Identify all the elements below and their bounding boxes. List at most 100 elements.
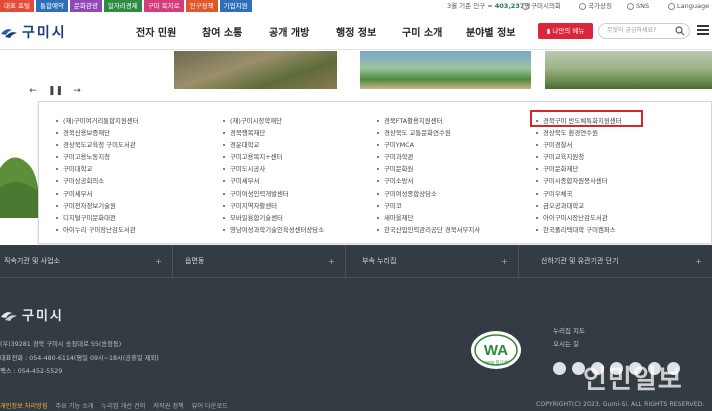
related-site-link[interactable]: 경상북도교육청 구미도서관 bbox=[55, 139, 139, 151]
quick-link[interactable]: 인구정책 bbox=[185, 0, 218, 12]
footer-right-links: 누리집 지도 오시는 길 bbox=[553, 325, 585, 351]
related-site-link[interactable]: 경상북도 교통문화연수원 bbox=[376, 127, 480, 139]
next-arrow-icon[interactable]: → bbox=[70, 86, 84, 96]
related-site-link[interactable]: 경북FTA활용지원센터 bbox=[376, 115, 480, 127]
pause-icon[interactable]: ❚❚ bbox=[48, 86, 63, 96]
nav-item-admin[interactable]: 행정 정보 bbox=[336, 24, 402, 39]
banner-photo-tank-park[interactable] bbox=[545, 51, 712, 89]
population-value: 403,237 bbox=[494, 2, 525, 10]
footer-bottom: 개인정보 처리방침 주요 기능 소개 누리집 개선 건의 저작권 정책 뷰어 다… bbox=[0, 401, 712, 411]
related-site-link[interactable]: 구미소방서 bbox=[376, 175, 480, 187]
related-site-link[interactable]: 한국폴리텍대학 구미캠퍼스 bbox=[535, 224, 621, 236]
nav-item-e-civil[interactable]: 전자 민원 bbox=[136, 24, 202, 39]
sitemap-link[interactable]: 누리집 지도 bbox=[553, 325, 585, 338]
top-utility-bar: 대표 포털 통합예약 문화관광 일자리경제 구미 복지로 인구정책 기업지원 3월 기준 인… bbox=[0, 0, 712, 12]
council-link[interactable]: 구미시의회 bbox=[522, 0, 561, 12]
banner-photo-mountain[interactable] bbox=[174, 51, 337, 89]
related-site-link[interactable]: 모바일융합기술센터 bbox=[222, 212, 324, 224]
quick-link[interactable]: 구미 복지로 bbox=[143, 0, 184, 12]
search-placeholder: 무엇이 궁금하세요? bbox=[607, 27, 657, 34]
suggestion-link[interactable]: 누리집 개선 건의 bbox=[102, 403, 146, 410]
related-site-link[interactable]: 경운대학교 bbox=[222, 139, 324, 151]
prev-arrow-icon[interactable]: ← bbox=[26, 86, 40, 96]
related-site-link[interactable]: 구미문화재단 bbox=[535, 163, 621, 175]
site-column-2: (재)구미시장학재단 경북행복재단 경운대학교 구미고용복지+센터 구미도시공사 구미세무… bbox=[222, 115, 324, 236]
phone-line: 대표전화 : 054-480-6114(평일 09시~18시(공휴일 제외) bbox=[0, 354, 159, 362]
related-site-link[interactable]: 구미지역자활센터 bbox=[222, 200, 324, 212]
related-site-link[interactable]: 경상북도 환경연수원 bbox=[535, 127, 621, 139]
privacy-policy-link[interactable]: 개인정보 처리방침 bbox=[0, 403, 48, 410]
hamburger-menu-icon[interactable] bbox=[697, 25, 709, 37]
footer-select-direct-agencies[interactable]: 직속기관 및 사업소 + bbox=[0, 245, 173, 278]
related-site-link[interactable]: 구미여성종합상담소 bbox=[376, 188, 480, 200]
related-site-link[interactable]: 구미문화원 bbox=[376, 163, 480, 175]
related-site-link[interactable]: 영남여성과학기술인육성센터상담소 bbox=[222, 224, 324, 236]
search-input[interactable]: 무엇이 궁금하세요? bbox=[598, 23, 690, 39]
language-label: Language bbox=[677, 2, 710, 10]
related-site-link[interactable]: 구미세무서 bbox=[222, 175, 324, 187]
quick-link[interactable]: 기업지원 bbox=[219, 0, 252, 12]
quick-link[interactable]: 통합예약 bbox=[36, 0, 68, 12]
related-site-link[interactable]: 경북신용보증재단 bbox=[55, 127, 139, 139]
features-link[interactable]: 주요 기능 소개 bbox=[55, 403, 93, 410]
related-site-link[interactable]: (재)구미여거리통합지원센터 bbox=[55, 115, 139, 127]
related-site-link[interactable]: 구미경찰서 bbox=[535, 139, 621, 151]
related-site-link[interactable]: (재)구미시장학재단 bbox=[222, 115, 324, 127]
banner-photos bbox=[0, 51, 712, 89]
related-site-link[interactable]: 새마을재단 bbox=[376, 212, 480, 224]
nav-item-fields[interactable]: 분야별 정보 bbox=[466, 24, 536, 39]
related-site-link[interactable]: 구미고용복지+센터 bbox=[222, 151, 324, 163]
language-link[interactable]: Language bbox=[668, 0, 709, 12]
viewer-download-link[interactable]: 뷰어 다운로드 bbox=[192, 403, 228, 410]
related-site-link[interactable]: 구미상공회의소 bbox=[55, 175, 139, 187]
footer-select-sub-sites[interactable]: 부속 누리집 + bbox=[346, 245, 519, 278]
address-line: (우)39281 경북 구미시 송정대로 55(송정동) bbox=[0, 341, 122, 348]
national-symbol-label: 국가상징 bbox=[588, 2, 612, 10]
related-site-link[interactable]: 금오공과대학교 bbox=[535, 200, 621, 212]
banner-photo-park[interactable] bbox=[360, 51, 531, 89]
related-site-link[interactable]: 구미YMCA bbox=[376, 139, 480, 151]
search-icon[interactable] bbox=[675, 26, 685, 36]
my-menu-button[interactable]: ▮ 나만의 메뉴 bbox=[538, 23, 593, 39]
related-site-link[interactable]: 아이누리 구미장난감도서관 bbox=[55, 224, 139, 236]
sns-link[interactable]: SNS bbox=[627, 0, 649, 12]
facebook-icon[interactable] bbox=[553, 362, 566, 375]
highlight-box bbox=[530, 110, 643, 127]
footer-select-label: 읍면동 bbox=[185, 257, 205, 265]
related-site-link[interactable]: 경북행복재단 bbox=[222, 127, 324, 139]
related-site-link[interactable]: 구미여성인력개발센터 bbox=[222, 188, 324, 200]
nav-item-participation[interactable]: 참여 소통 bbox=[202, 24, 269, 39]
population-prefix: 3월 기준 인구 ≈ bbox=[447, 2, 493, 10]
footer-logo: 구미시 bbox=[0, 305, 64, 324]
site-column-3: 경북FTA활용지원센터 경상북도 교통문화연수원 구미YMCA 구미과학관 구미문화원 구… bbox=[376, 115, 480, 236]
related-site-link[interactable]: 구미전자정보기술원 bbox=[55, 200, 139, 212]
copyright-policy-link[interactable]: 저작권 정책 bbox=[153, 403, 183, 410]
related-site-link[interactable]: 구미교육지원청 bbox=[535, 151, 621, 163]
national-symbol-link[interactable]: 국가상징 bbox=[579, 0, 612, 12]
footer-logo-text: 구미시 bbox=[22, 309, 64, 324]
related-site-link[interactable]: 구미우체국 bbox=[535, 188, 621, 200]
related-site-link[interactable]: 구미도시공사 bbox=[222, 163, 324, 175]
site-logo[interactable]: 구미시 bbox=[0, 22, 67, 42]
sns-label: SNS bbox=[636, 2, 650, 10]
related-site-link[interactable]: 한국산업인력관리공단 경북서부지사 bbox=[376, 224, 480, 236]
nav-item-open[interactable]: 공개 개방 bbox=[269, 24, 336, 39]
quick-link[interactable]: 문화관광 bbox=[69, 0, 102, 12]
related-site-link[interactable]: 디지털구미문화대전 bbox=[55, 212, 139, 224]
quick-link[interactable]: 대표 포털 bbox=[0, 0, 34, 12]
site-column-4: 경북구미 반도체특화지원센터 경상북도 환경연수원 구미경찰서 구미교육지원청 구미문화… bbox=[535, 115, 621, 236]
footer-select-label: 산하기관 및 유관기관 단기 bbox=[541, 257, 619, 265]
related-site-link[interactable]: 구미세무서 bbox=[55, 188, 139, 200]
nav-item-about[interactable]: 구미 소개 bbox=[402, 24, 466, 39]
directions-link[interactable]: 오시는 길 bbox=[553, 338, 585, 351]
quick-link[interactable]: 일자리경제 bbox=[103, 0, 142, 12]
related-site-link[interactable]: 구미시종합자원봉사센터 bbox=[535, 175, 621, 187]
site-header: 구미시 전자 민원 참여 소통 공개 개방 행정 정보 구미 소개 분야별 정보… bbox=[0, 12, 712, 50]
footer-select-towns[interactable]: 읍면동 + bbox=[173, 245, 346, 278]
related-site-link[interactable]: 구미코 bbox=[376, 200, 480, 212]
related-site-link[interactable]: 아이구미시장난감도서관 bbox=[535, 212, 621, 224]
related-site-link[interactable]: 구미고용노동지청 bbox=[55, 151, 139, 163]
footer-select-affiliates[interactable]: 산하기관 및 유관기관 단기 + bbox=[519, 245, 712, 278]
related-site-link[interactable]: 구미대학교 bbox=[55, 163, 139, 175]
related-site-link[interactable]: 구미과학관 bbox=[376, 151, 480, 163]
